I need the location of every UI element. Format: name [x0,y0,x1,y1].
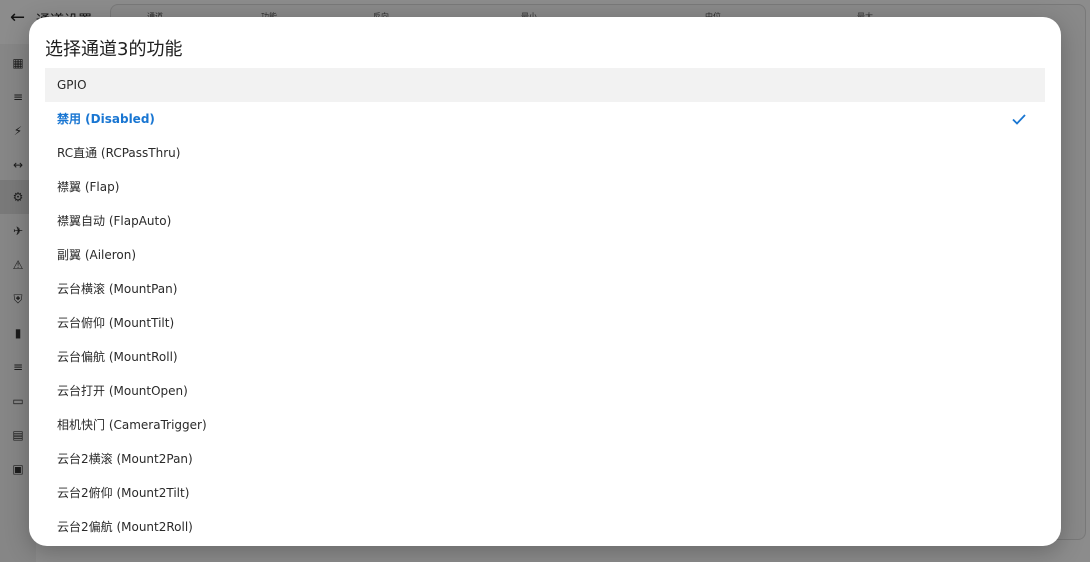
option-label: 云台打开 (MountOpen) [57,384,188,398]
function-option-list[interactable]: GPIO 禁用 (Disabled) RC直通 (RCPassThru) 襟翼 (Fl… [45,68,1045,546]
option-label: 云台2俯仰 (Mount2Tilt) [57,486,190,500]
option-label: 云台偏航 (MountRoll) [57,350,178,364]
dialog-title: 选择通道3的功能 [45,39,183,60]
option-item[interactable]: 云台偏航 (MountRoll) [45,340,1045,374]
option-item-selected[interactable]: 禁用 (Disabled) [45,102,1045,136]
option-item[interactable]: 云台打开 (MountOpen) [45,374,1045,408]
option-label: GPIO [57,78,87,92]
option-label: RC直通 (RCPassThru) [57,146,181,160]
option-label: 云台横滚 (MountPan) [57,282,178,296]
option-item[interactable]: 云台俯仰 (MountTilt) [45,306,1045,340]
option-item[interactable]: 云台2俯仰 (Mount2Tilt) [45,476,1045,510]
option-item[interactable]: RC直通 (RCPassThru) [45,136,1045,170]
option-item[interactable]: 云台2偏航 (Mount2Roll) [45,510,1045,544]
option-item[interactable]: 襟翼 (Flap) [45,170,1045,204]
check-icon [1011,102,1027,136]
option-label: 副翼 (Aileron) [57,248,137,262]
option-group-header[interactable]: GPIO [45,68,1045,102]
option-label: 云台2横滚 (Mount2Pan) [57,452,193,466]
option-item[interactable]: 云台横滚 (MountPan) [45,272,1045,306]
option-label: 襟翼自动 (FlapAuto) [57,214,172,228]
function-select-dialog: 选择通道3的功能 GPIO 禁用 (Disabled) RC直通 (RCPassTh… [29,17,1061,546]
option-item[interactable]: 襟翼自动 (FlapAuto) [45,204,1045,238]
option-label: 襟翼 (Flap) [57,180,120,194]
option-item[interactable]: 相机快门 (CameraTrigger) [45,408,1045,442]
option-label: 云台俯仰 (MountTilt) [57,316,175,330]
option-item[interactable]: 副翼 (Aileron) [45,238,1045,272]
option-label: 禁用 (Disabled) [57,112,155,126]
option-item[interactable]: 云台2横滚 (Mount2Pan) [45,442,1045,476]
option-label: 相机快门 (CameraTrigger) [57,418,207,432]
option-label: 云台2偏航 (Mount2Roll) [57,520,193,534]
